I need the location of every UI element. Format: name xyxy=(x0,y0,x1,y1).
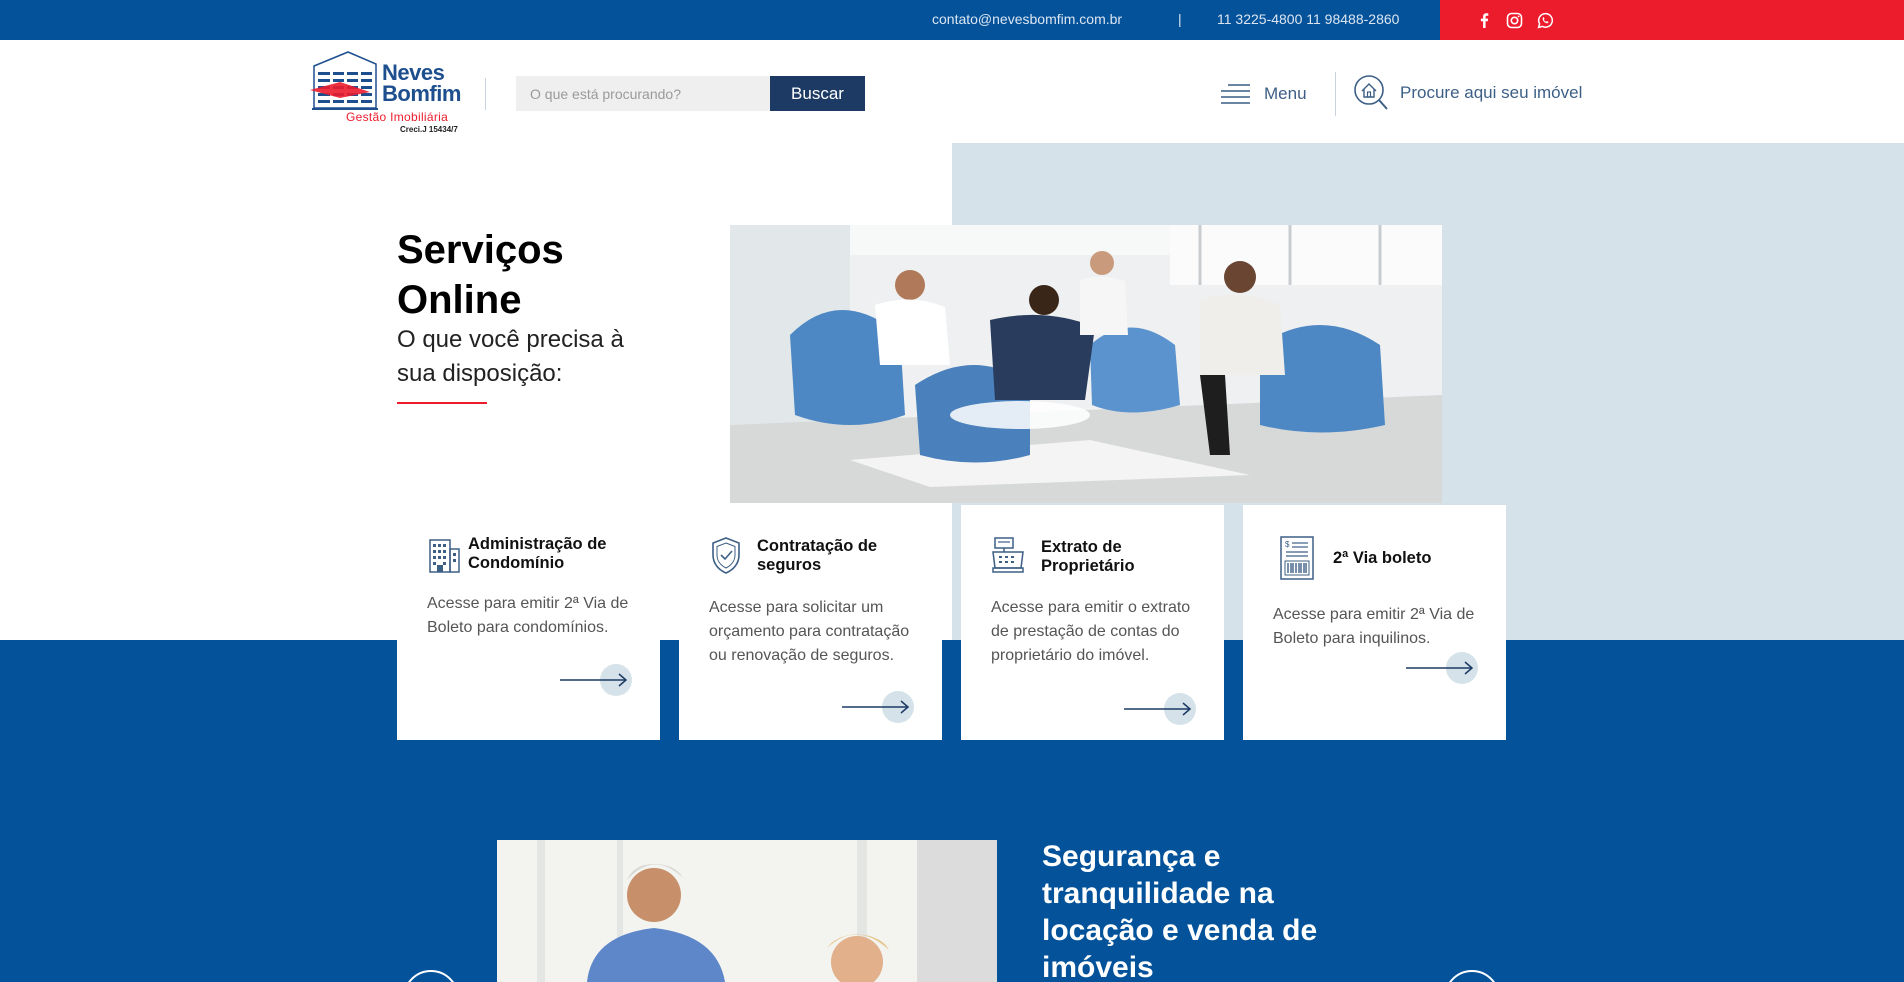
search-button[interactable]: Buscar xyxy=(770,76,865,111)
service-card-seguros[interactable]: Contratação de seguros Acesse para solic… xyxy=(679,505,942,740)
service-card-extrato[interactable]: Extrato de Proprietário Acesse para emit… xyxy=(961,505,1224,740)
card-description: Acesse para solicitar um orçamento para … xyxy=(709,599,910,664)
card-title: 2ª Via boleto xyxy=(1333,549,1432,567)
bottom-section-title: Segurança e tranquilidade na locação e v… xyxy=(1042,840,1318,982)
logo-name: Neves Bomfim xyxy=(382,60,461,106)
logo-subtitle: Gestão Imobiliária xyxy=(346,110,449,124)
menu-label: Menu xyxy=(1264,84,1307,103)
arrow-right-icon[interactable] xyxy=(1124,692,1199,726)
card-description: Acesse para emitir 2ª Via de Boleto para… xyxy=(1273,606,1475,647)
arrow-right-icon[interactable] xyxy=(842,690,917,724)
hero-title: Serviços Online xyxy=(397,228,564,322)
logo-name-line1: Neves xyxy=(382,60,445,85)
search-input[interactable] xyxy=(516,76,770,111)
facebook-icon[interactable] xyxy=(1476,12,1493,29)
logo-creci: Creci.J 15434/7 xyxy=(400,125,458,134)
building-logo-icon xyxy=(310,51,378,110)
card-title: Contratação de seguros xyxy=(757,537,878,574)
svg-text:$: $ xyxy=(1285,540,1290,549)
logo-name-line2: Bomfim xyxy=(382,81,461,106)
contact-email-link[interactable]: contato@nevesbomfim.com.br xyxy=(932,11,1122,27)
service-card-boleto[interactable]: $ 2ª Via boleto Acesse para emitir 2ª Vi… xyxy=(1243,505,1506,740)
contact-phones[interactable]: 11 3225-4800 11 98488-2860 xyxy=(1217,11,1399,27)
service-card-condominio[interactable]: Administração de Condomínio Acesse para … xyxy=(397,505,660,740)
page: contato@nevesbomfim.com.br | 11 3225-480… xyxy=(0,0,1904,982)
card-description: Acesse para emitir 2ª Via de Boleto para… xyxy=(427,595,629,636)
menu-divider xyxy=(1335,72,1336,116)
invoice-barcode-icon: $ xyxy=(1280,536,1314,580)
hamburger-icon xyxy=(1221,84,1250,104)
social-bar xyxy=(1440,0,1904,40)
cash-register-icon xyxy=(992,537,1024,573)
house-search-icon xyxy=(1354,75,1388,110)
arrow-right-icon[interactable] xyxy=(560,663,635,697)
top-bar: contato@nevesbomfim.com.br | 11 3225-480… xyxy=(0,0,1904,40)
property-search-label: Procure aqui seu imóvel xyxy=(1400,83,1583,102)
hero-underline xyxy=(397,402,487,404)
card-description: Acesse para emitir o extrato de prestaçã… xyxy=(991,599,1191,664)
contact-separator: | xyxy=(1178,11,1182,27)
building-icon xyxy=(429,539,460,573)
shield-check-icon xyxy=(712,537,740,574)
instagram-icon[interactable] xyxy=(1506,12,1523,29)
hero-subtitle: O que você precisa à sua disposição: xyxy=(397,326,624,387)
couple-photo xyxy=(497,840,997,982)
card-title: Extrato de Proprietário xyxy=(1041,538,1135,575)
logo[interactable]: Neves Bomfim Gestão Imobiliária Creci.J … xyxy=(310,50,462,136)
header-divider xyxy=(485,78,486,110)
arrow-right-icon[interactable] xyxy=(1406,651,1481,685)
property-search-link[interactable]: Procure aqui seu imóvel xyxy=(1352,73,1582,113)
card-title: Administração de Condomínio xyxy=(468,535,607,572)
menu-button[interactable]: Menu xyxy=(1220,78,1307,110)
whatsapp-icon[interactable] xyxy=(1537,12,1554,29)
meeting-photo xyxy=(730,225,1442,503)
